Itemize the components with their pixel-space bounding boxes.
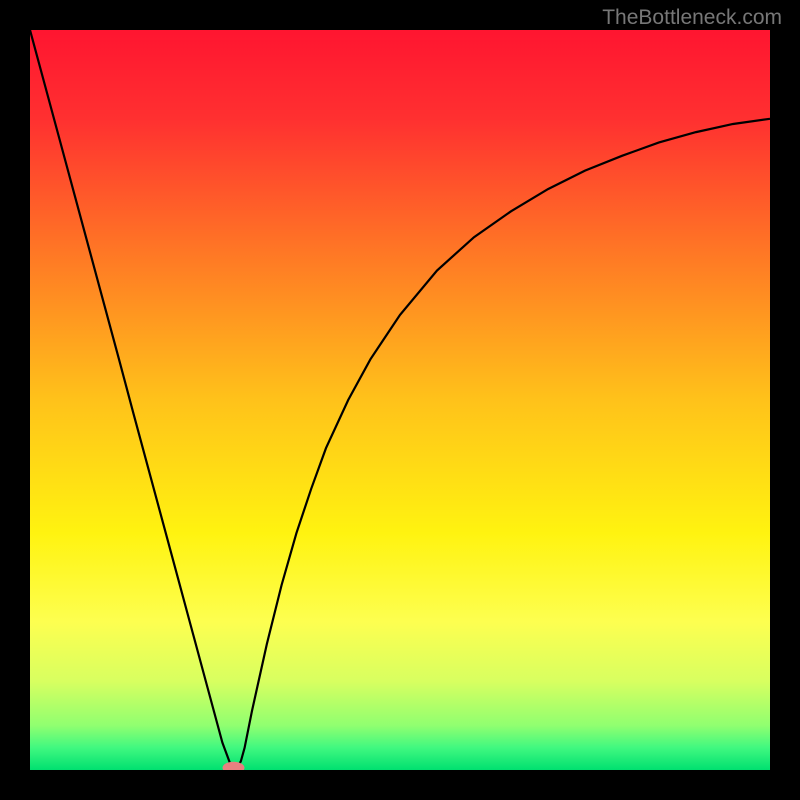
chart-frame xyxy=(30,30,770,770)
watermark-text: TheBottleneck.com xyxy=(602,6,782,30)
bottleneck-chart xyxy=(30,30,770,770)
gradient-background xyxy=(30,30,770,770)
